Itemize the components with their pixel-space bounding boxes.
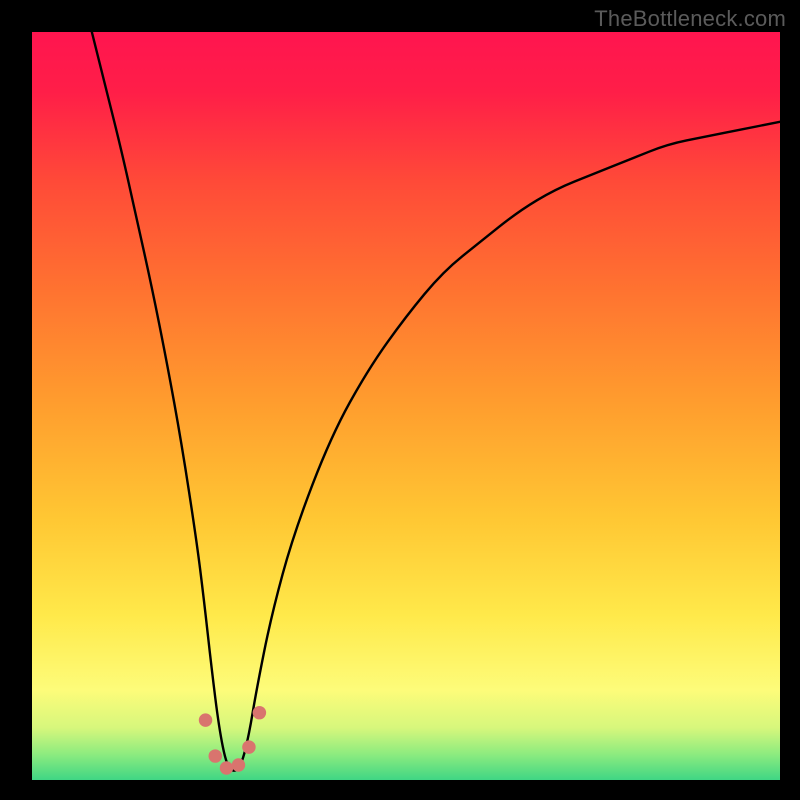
marker-dot bbox=[253, 706, 266, 719]
marker-dot bbox=[199, 713, 212, 726]
marker-dot bbox=[209, 749, 222, 762]
chart-outer-frame: TheBottleneck.com bbox=[0, 0, 800, 800]
chart-svg bbox=[32, 32, 780, 780]
marker-dot bbox=[242, 740, 255, 753]
marker-dot bbox=[220, 761, 233, 774]
watermark-text: TheBottleneck.com bbox=[594, 6, 786, 32]
plot-area bbox=[32, 32, 780, 780]
marker-dot bbox=[232, 758, 245, 771]
